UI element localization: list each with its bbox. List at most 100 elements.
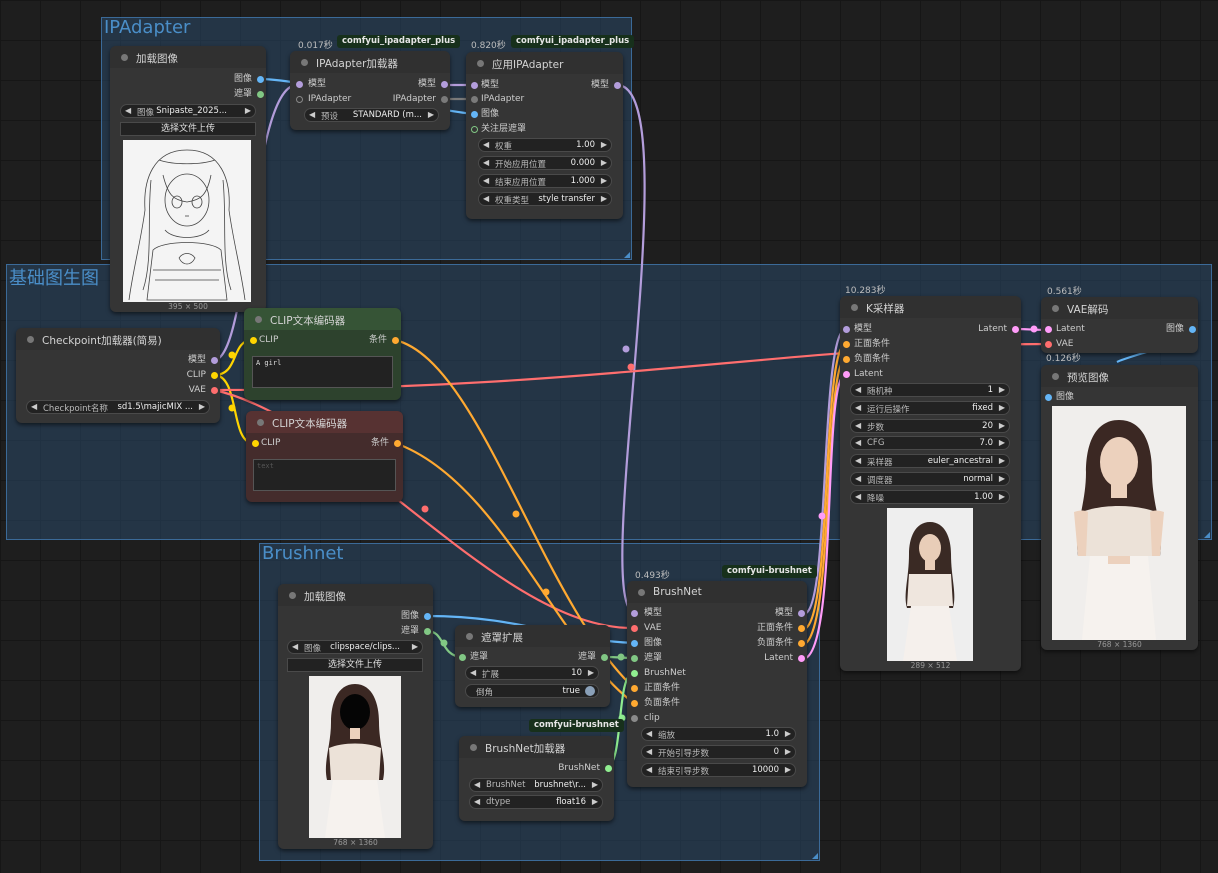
input-pin-model[interactable] bbox=[296, 81, 303, 88]
node-header[interactable]: 应用IPAdapter bbox=[466, 52, 623, 74]
output-pin-latent[interactable] bbox=[1012, 326, 1019, 333]
node-header[interactable]: 遮罩扩展 bbox=[455, 625, 610, 647]
node-preview-image[interactable]: 预览图像 图像 768 × 1360 bbox=[1041, 365, 1198, 650]
output-pin-conditioning[interactable] bbox=[392, 337, 399, 344]
input-pin-positive[interactable] bbox=[631, 685, 638, 692]
input-pin-attn-mask[interactable] bbox=[471, 126, 478, 133]
output-pin-conditioning[interactable] bbox=[394, 440, 401, 447]
input-pin-image[interactable] bbox=[471, 111, 478, 118]
input-pin-clip[interactable] bbox=[250, 337, 257, 344]
node-header[interactable]: 加载图像 bbox=[278, 584, 433, 606]
collapse-dot[interactable] bbox=[257, 419, 264, 426]
end-at-widget[interactable]: ◀ 结束应用位置 1.000 ▶ bbox=[478, 174, 612, 188]
input-pin-negative[interactable] bbox=[631, 700, 638, 707]
collapse-dot[interactable] bbox=[27, 336, 34, 343]
input-pin-model[interactable] bbox=[631, 610, 638, 617]
output-pin-positive[interactable] bbox=[798, 625, 805, 632]
node-ipadapter-loader[interactable]: IPAdapter加载器 模型 IPAdapter 模型 IPAdapter ◀… bbox=[290, 51, 450, 130]
node-header[interactable]: BrushNet bbox=[627, 581, 807, 603]
seed-widget[interactable]: ◀ 随机种 1 ▶ bbox=[850, 383, 1010, 397]
node-brushnet[interactable]: BrushNet 模型 VAE 图像 遮罩 BrushNet 正面条件 负面条件… bbox=[627, 581, 807, 787]
dtype-combo[interactable]: ◀ dtype float16 ▶ bbox=[469, 795, 603, 809]
node-header[interactable]: IPAdapter加载器 bbox=[290, 51, 450, 73]
start-step-widget[interactable]: ◀ 开始引导步数 0 ▶ bbox=[641, 745, 796, 759]
brushnet-model-combo[interactable]: ◀ BrushNet brushnet\r... ▶ bbox=[469, 778, 603, 792]
image-combo[interactable]: ◀ 图像 Snipaste_2025... ▶ bbox=[120, 104, 256, 118]
input-pin-clip[interactable] bbox=[631, 715, 638, 722]
node-header[interactable]: 预览图像 bbox=[1041, 365, 1198, 387]
output-pin-image[interactable] bbox=[257, 76, 264, 83]
node-header[interactable]: 加载图像 bbox=[110, 46, 266, 68]
input-pin-model[interactable] bbox=[843, 326, 850, 333]
collapse-dot[interactable] bbox=[851, 304, 858, 311]
input-pin-vae[interactable] bbox=[1045, 341, 1052, 348]
output-pin-latent[interactable] bbox=[798, 655, 805, 662]
weight-widget[interactable]: ◀ 权重 1.00 ▶ bbox=[478, 138, 612, 152]
cfg-widget[interactable]: ◀ CFG 7.0 ▶ bbox=[850, 436, 1010, 450]
output-pin-vae[interactable] bbox=[211, 387, 218, 394]
end-step-widget[interactable]: ◀ 结束引导步数 10000 ▶ bbox=[641, 763, 796, 777]
toggle-knob[interactable] bbox=[585, 686, 595, 696]
start-at-widget[interactable]: ◀ 开始应用位置 0.000 ▶ bbox=[478, 156, 612, 170]
output-pin-image[interactable] bbox=[1189, 326, 1196, 333]
output-pin-negative[interactable] bbox=[798, 640, 805, 647]
node-apply-ipadapter[interactable]: 应用IPAdapter 模型 IPAdapter 图像 关注层遮罩 模型 ◀ 权重… bbox=[466, 52, 623, 219]
scheduler-combo[interactable]: ◀ 调度器 normal ▶ bbox=[850, 472, 1010, 486]
preset-combo[interactable]: ◀ 预设 STANDARD (m... ▶ bbox=[304, 108, 439, 122]
input-pin-vae[interactable] bbox=[631, 625, 638, 632]
node-clip-text-positive[interactable]: CLIP文本编码器 CLIP 条件 A girl bbox=[244, 308, 401, 400]
node-vae-decode[interactable]: VAE解码 Latent VAE 图像 bbox=[1041, 297, 1198, 353]
image-combo[interactable]: ◀ 图像 clipspace/clips... ▶ bbox=[287, 640, 423, 654]
collapse-dot[interactable] bbox=[477, 60, 484, 67]
sampler-combo[interactable]: ◀ 采样器 euler_ancestral ▶ bbox=[850, 454, 1010, 468]
input-pin-clip[interactable] bbox=[252, 440, 259, 447]
input-pin-brushnet[interactable] bbox=[631, 670, 638, 677]
output-pin-model[interactable] bbox=[441, 81, 448, 88]
collapse-dot[interactable] bbox=[1052, 373, 1059, 380]
collapse-dot[interactable] bbox=[289, 592, 296, 599]
node-checkpoint-loader[interactable]: Checkpoint加载器(简易) 模型 CLIP VAE ◀ Checkpoin… bbox=[16, 328, 220, 423]
input-pin-positive[interactable] bbox=[843, 341, 850, 348]
output-pin-mask[interactable] bbox=[257, 91, 264, 98]
input-pin-image[interactable] bbox=[1045, 394, 1052, 401]
collapse-dot[interactable] bbox=[1052, 305, 1059, 312]
node-load-image-ip[interactable]: 加载图像 图像 遮罩 ◀ 图像 Snipaste_2025... ▶ 选择文件上传 3… bbox=[110, 46, 266, 312]
output-pin-clip[interactable] bbox=[211, 372, 218, 379]
output-pin-brushnet[interactable] bbox=[605, 765, 612, 772]
tapered-corners-toggle[interactable]: 倒角 true bbox=[465, 684, 599, 698]
input-pin-negative[interactable] bbox=[843, 356, 850, 363]
steps-widget[interactable]: ◀ 步数 20 ▶ bbox=[850, 419, 1010, 433]
collapse-dot[interactable] bbox=[638, 589, 645, 596]
control-after-generate-combo[interactable]: ◀ 运行后操作 fixed ▶ bbox=[850, 401, 1010, 415]
collapse-dot[interactable] bbox=[255, 316, 262, 323]
output-pin-ipadapter[interactable] bbox=[441, 96, 448, 103]
node-header[interactable]: Checkpoint加载器(简易) bbox=[16, 328, 220, 350]
output-pin-model[interactable] bbox=[798, 610, 805, 617]
node-header[interactable]: BrushNet加载器 bbox=[459, 736, 614, 758]
node-mask-expand[interactable]: 遮罩扩展 遮罩 遮罩 ◀ 扩展 10 ▶ 倒角 true bbox=[455, 625, 610, 707]
collapse-dot[interactable] bbox=[466, 633, 473, 640]
input-pin-model[interactable] bbox=[471, 82, 478, 89]
node-clip-text-negative[interactable]: CLIP文本编码器 CLIP 条件 text bbox=[246, 411, 403, 502]
node-header[interactable]: CLIP文本编码器 bbox=[244, 308, 401, 330]
node-header[interactable]: K采样器 bbox=[840, 296, 1021, 318]
expand-widget[interactable]: ◀ 扩展 10 ▶ bbox=[465, 666, 599, 680]
output-pin-mask[interactable] bbox=[424, 628, 431, 635]
prompt-textarea[interactable]: A girl bbox=[252, 356, 393, 388]
output-pin-model[interactable] bbox=[614, 82, 621, 89]
checkpoint-combo[interactable]: ◀ Checkpoint名称 sd1.5\majicMIX ... ▶ bbox=[26, 400, 210, 414]
denoise-widget[interactable]: ◀ 降噪 1.00 ▶ bbox=[850, 490, 1010, 504]
node-header[interactable]: VAE解码 bbox=[1041, 297, 1198, 319]
upload-button[interactable]: 选择文件上传 bbox=[120, 122, 256, 136]
collapse-dot[interactable] bbox=[470, 744, 477, 751]
output-pin-model[interactable] bbox=[211, 357, 218, 364]
input-pin-mask[interactable] bbox=[631, 655, 638, 662]
input-pin-mask[interactable] bbox=[459, 654, 466, 661]
output-pin-image[interactable] bbox=[424, 613, 431, 620]
negative-prompt-textarea[interactable]: text bbox=[253, 459, 396, 491]
collapse-dot[interactable] bbox=[301, 59, 308, 66]
input-pin-latent[interactable] bbox=[843, 371, 850, 378]
input-pin-image[interactable] bbox=[631, 640, 638, 647]
collapse-dot[interactable] bbox=[121, 54, 128, 61]
upload-button[interactable]: 选择文件上传 bbox=[287, 658, 423, 672]
